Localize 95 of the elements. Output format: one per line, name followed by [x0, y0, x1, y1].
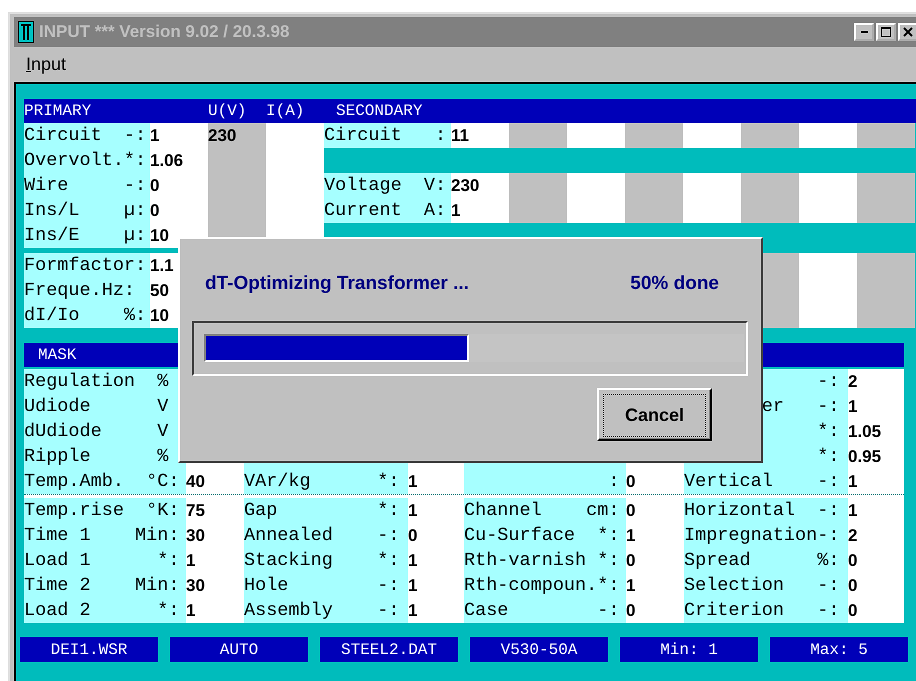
- field-label: Current A:: [324, 198, 451, 223]
- value-field[interactable]: 1: [150, 123, 208, 148]
- field-label: Impregnation-:: [684, 523, 848, 548]
- field-label: Rth-compoun.*:: [464, 573, 626, 598]
- field-label: Time 1 Min:: [24, 523, 186, 548]
- field-label: Circuit -:: [24, 123, 150, 148]
- value-field[interactable]: 0: [848, 548, 904, 573]
- value-field[interactable]: 1: [408, 469, 464, 494]
- value-field[interactable]: 230: [208, 123, 266, 148]
- value-field[interactable]: 0: [408, 523, 464, 548]
- value-field[interactable]: 1: [186, 548, 244, 573]
- value-field[interactable]: 0: [626, 469, 684, 494]
- header-label: I(A): [266, 102, 306, 120]
- dialog-message: dT-Optimizing Transformer ...: [205, 273, 469, 295]
- close-button[interactable]: [898, 23, 916, 41]
- value-field[interactable]: 30: [186, 523, 244, 548]
- value-field[interactable]: 1: [626, 573, 684, 598]
- field-label: Hole -:: [244, 573, 408, 598]
- value-field[interactable]: 1: [408, 573, 464, 598]
- value-field[interactable]: 75: [186, 498, 244, 523]
- value-field[interactable]: 0: [848, 598, 904, 623]
- field-label: Selection -:: [684, 573, 848, 598]
- status-field: DEI1.WSR: [20, 637, 158, 662]
- progress-status: 50% done: [630, 273, 719, 295]
- field-label: Wire -:: [24, 173, 150, 198]
- field-label: Ins/E µ:: [24, 223, 150, 248]
- field-label: Time 2 Min:: [24, 573, 186, 598]
- header-label: MASK: [38, 346, 76, 364]
- value-field[interactable]: 30: [186, 573, 244, 598]
- value-field[interactable]: 1: [408, 498, 464, 523]
- field-label: dI/Io %:: [24, 303, 150, 328]
- menu-item[interactable]: Input: [22, 54, 70, 75]
- value-field[interactable]: 1: [848, 498, 904, 523]
- field-label: Vertical -:: [684, 469, 848, 494]
- value-field[interactable]: 0: [626, 498, 684, 523]
- value-field[interactable]: 1.06: [150, 148, 208, 173]
- field-label: Spread %:: [684, 548, 848, 573]
- status-field: STEEL2.DAT: [320, 637, 458, 662]
- value-field[interactable]: 1: [408, 548, 464, 573]
- cancel-button[interactable]: Cancel: [597, 388, 712, 441]
- app-icon: [18, 21, 34, 43]
- field-label: Case -:: [464, 598, 626, 623]
- maximize-icon: [881, 27, 891, 37]
- minimize-button[interactable]: [854, 23, 874, 41]
- value-field[interactable]: 1: [408, 598, 464, 623]
- value-field[interactable]: 11: [451, 123, 509, 148]
- status-field: AUTO: [170, 637, 308, 662]
- window-title: INPUT *** Version 9.02 / 20.3.98: [39, 22, 290, 42]
- field-label: Criterion -:: [684, 598, 848, 623]
- value-field[interactable]: 1: [186, 598, 244, 623]
- maximize-button[interactable]: [876, 23, 896, 41]
- field-label: Annealed -:: [244, 523, 408, 548]
- field-label: Stacking *:: [244, 548, 408, 573]
- value-field[interactable]: 40: [186, 469, 244, 494]
- field-label: Ins/L µ:: [24, 198, 150, 223]
- value-field[interactable]: 1: [848, 469, 904, 494]
- header-label: U(V): [208, 102, 248, 120]
- field-label: Assembly -:: [244, 598, 408, 623]
- value-field[interactable]: 230: [451, 173, 509, 198]
- field-label: VAr/kg *:: [244, 469, 408, 494]
- field-label: Temp.rise °K:: [24, 498, 186, 523]
- header-label: PRIMARY: [24, 102, 92, 120]
- field-label: Temp.Amb. °C:: [24, 469, 186, 494]
- field-label: :: [464, 469, 626, 494]
- minimize-icon: [860, 31, 868, 33]
- field-label: Circuit :: [324, 123, 451, 148]
- field-label: Formfactor:: [24, 253, 150, 278]
- field-label: Channel cm:: [464, 498, 626, 523]
- value-field[interactable]: 1: [848, 394, 904, 419]
- status-field: Max: 5: [770, 637, 908, 662]
- header-label: SECONDARY: [336, 102, 422, 120]
- field-label: Voltage V:: [324, 173, 451, 198]
- field-label: Overvolt.*:: [24, 148, 150, 173]
- value-field[interactable]: 0: [626, 548, 684, 573]
- status-field: Min: 1: [620, 637, 758, 662]
- close-icon: [903, 27, 913, 37]
- field-label: Load 2 *:: [24, 598, 186, 623]
- value-field[interactable]: 0: [150, 173, 208, 198]
- field-label: Rth-varnish *:: [464, 548, 626, 573]
- field-label: Freque.Hz:: [24, 278, 150, 303]
- field-label: Gap *:: [244, 498, 408, 523]
- field-label: Cu-Surface *:: [464, 523, 626, 548]
- field-label: Ripple %: [24, 444, 186, 469]
- value-field[interactable]: 1: [626, 523, 684, 548]
- status-field: V530-50A: [470, 637, 608, 662]
- value-field[interactable]: 2: [848, 523, 904, 548]
- field-label: Horizontal -:: [684, 498, 848, 523]
- field-label: Load 1 *:: [24, 548, 186, 573]
- value-field[interactable]: 2: [848, 369, 904, 394]
- value-field[interactable]: 0: [848, 573, 904, 598]
- value-field[interactable]: 1.05: [848, 419, 904, 444]
- value-field[interactable]: 0.95: [848, 444, 904, 469]
- value-field[interactable]: 0: [626, 598, 684, 623]
- value-field[interactable]: 0: [150, 198, 208, 223]
- value-field[interactable]: 1: [451, 198, 509, 223]
